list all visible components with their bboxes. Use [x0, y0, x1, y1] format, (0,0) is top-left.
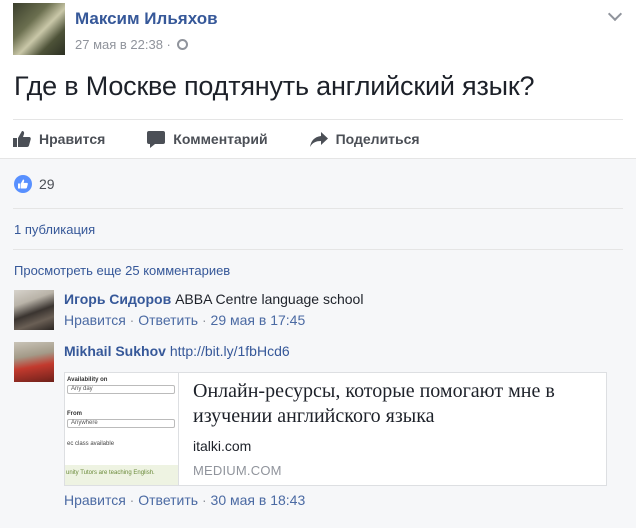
thumb-select: Anywhere	[67, 419, 175, 428]
globe-icon	[176, 39, 188, 50]
action-bar: Нравится Комментарий Поделиться	[13, 128, 462, 150]
shares-link[interactable]: 1 публикация	[14, 222, 95, 237]
share-button[interactable]: Поделиться	[309, 128, 420, 150]
comment-reply-link[interactable]: Ответить	[138, 312, 198, 328]
post-meta: 27 мая в 22:38 ·	[75, 37, 188, 52]
commenter-name[interactable]: Игорь Сидоров	[64, 291, 171, 307]
link-preview-title[interactable]: Онлайн-ресурсы, которые помогают мне в и…	[193, 379, 593, 429]
comment: Mikhail Sukhov http://bit.ly/1fbHcd6 Ava…	[14, 342, 624, 522]
divider	[13, 119, 623, 120]
link-preview-domain: italki.com	[193, 438, 252, 454]
commenter-avatar[interactable]	[14, 342, 54, 382]
link-preview-thumbnail: Availability on Any day From Anywhere ec…	[65, 373, 179, 485]
comment-button[interactable]: Комментарий	[147, 128, 268, 150]
like-button[interactable]: Нравится	[13, 128, 105, 150]
post-header: Максим Ильяхов 27 мая в 22:38 ·	[13, 3, 623, 57]
thumb-select: Any day	[67, 385, 175, 394]
likes-summary[interactable]: 29	[14, 175, 55, 193]
post-text: Где в Москве подтянуть английский язык?	[14, 71, 535, 101]
divider	[13, 249, 623, 250]
author-avatar[interactable]	[13, 3, 65, 55]
share-button-label: Поделиться	[335, 131, 420, 147]
chevron-down-icon[interactable]	[607, 6, 623, 22]
comment-date[interactable]: 29 мая в 17:45	[211, 312, 306, 328]
author-name[interactable]: Максим Ильяхов	[75, 9, 218, 29]
likes-count: 29	[39, 176, 55, 192]
like-badge-icon	[14, 175, 32, 193]
view-more-comments-link[interactable]: Просмотреть еще 25 комментариев	[14, 263, 230, 278]
like-button-label: Нравится	[39, 131, 106, 147]
comment-icon	[147, 130, 166, 148]
comment-like-link[interactable]: Нравится	[64, 492, 126, 508]
thumb-up-icon	[13, 131, 31, 147]
comment-button-label: Комментарий	[173, 131, 268, 147]
comment-date[interactable]: 30 мая в 18:43	[211, 492, 306, 508]
comment-actions: Нравится · Ответить · 30 мая в 18:43	[64, 492, 306, 508]
comment-body: Mikhail Sukhov http://bit.ly/1fbHcd6	[64, 342, 290, 360]
comment-actions: Нравится · Ответить · 29 мая в 17:45	[64, 312, 306, 328]
commenter-name[interactable]: Mikhail Sukhov	[64, 343, 166, 359]
link-preview-card[interactable]: Availability on Any day From Anywhere ec…	[64, 372, 607, 486]
comment-link[interactable]: http://bit.ly/1fbHcd6	[170, 343, 290, 359]
comment-text: ABBA Centre language school	[175, 291, 364, 307]
post-date[interactable]: 27 мая в 22:38 ·	[75, 37, 171, 52]
commenter-avatar[interactable]	[14, 290, 54, 330]
comments-area: 29 1 публикация Просмотреть еще 25 комме…	[0, 158, 636, 528]
comment-body: Игорь Сидоров ABBA Centre language schoo…	[64, 290, 363, 328]
comment-like-link[interactable]: Нравится	[64, 312, 126, 328]
comment: Игорь Сидоров ABBA Centre language schoo…	[14, 290, 624, 334]
share-icon	[309, 131, 328, 147]
divider	[13, 208, 623, 209]
comment-reply-link[interactable]: Ответить	[138, 492, 198, 508]
link-preview-source: MEDIUM.COM	[193, 463, 282, 478]
